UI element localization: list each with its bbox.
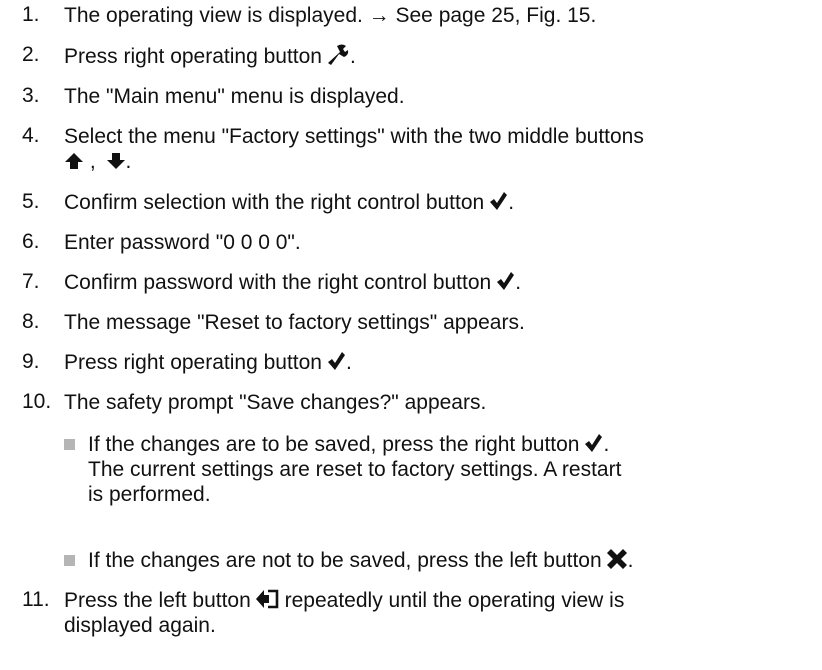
step-text: Select the menu "Factory settings" with … [64,125,644,173]
bullet-square [64,555,75,566]
checkmark-icon [495,271,515,291]
step-number: 7. [22,270,40,293]
step-number: 10. [22,390,52,413]
sub-item-text: If the changes are not to be saved, pres… [88,549,634,572]
sub-item-text: If the changes are to be saved, press th… [88,433,622,506]
step-text: The "Main menu" menu is displayed. [64,85,405,108]
step-number: 11. [22,588,50,611]
bullet-square [64,439,75,450]
arrow-up-icon [64,152,84,170]
step-text: Confirm password with the right control … [64,271,522,294]
back-icon [255,589,279,609]
step-number: 3. [22,84,40,107]
checkmark-icon [583,433,603,453]
step-text: The safety prompt "Save changes?" appear… [64,391,487,414]
step-number: 2. [22,43,40,66]
step-number: 1. [22,3,40,26]
step-text: The operating view is displayed. → See p… [64,4,597,27]
wrench-icon [326,43,350,65]
cross-icon [606,549,628,569]
step-text: Press right operating button. [64,43,356,68]
step-number: 9. [22,350,40,373]
checkmark-icon [488,191,508,211]
checkmark-icon [326,351,346,371]
step-text: Confirm selection with the right control… [64,191,515,214]
step-text: Press the left button repeatedly until t… [64,589,625,637]
step-number: 8. [22,310,40,333]
step-text: Enter password "0 0 0 0". [64,231,301,254]
step-text: Press right operating button. [64,351,352,374]
step-number: 5. [22,190,40,213]
step-number: 6. [22,230,40,253]
step-number: 4. [22,124,40,147]
arrow-down-icon [106,152,126,170]
step-text: The message "Reset to factory settings" … [64,311,525,334]
